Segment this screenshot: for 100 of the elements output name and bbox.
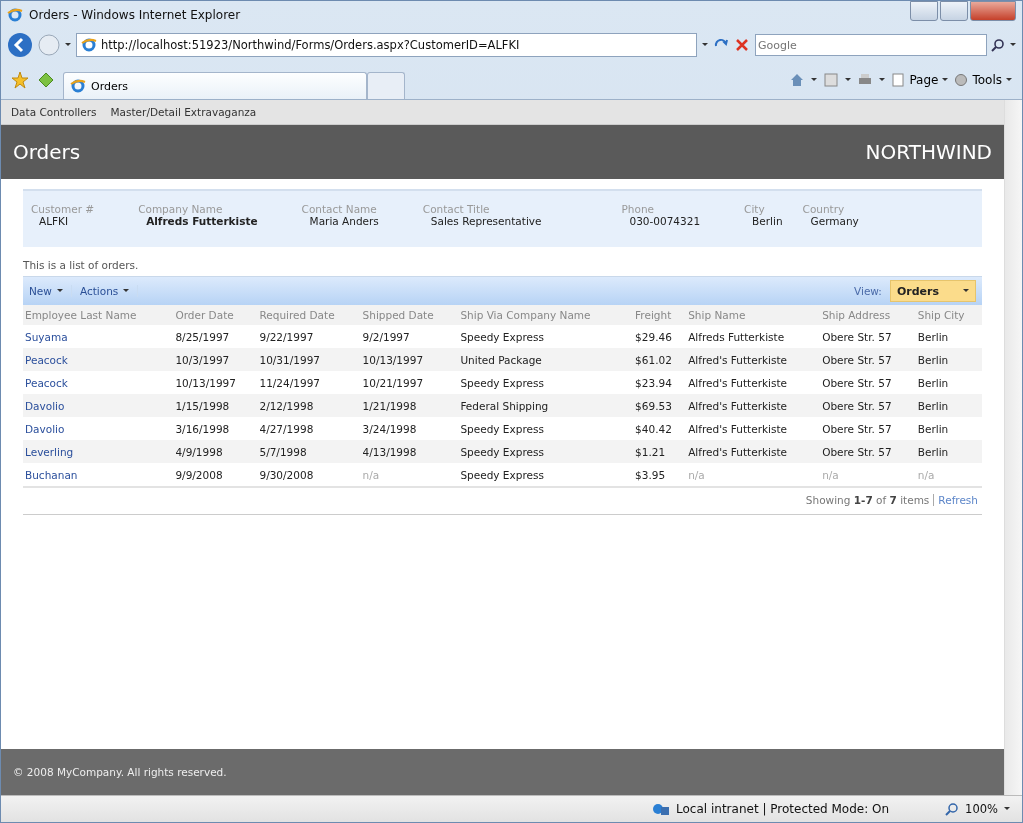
table-cell: Federal Shipping — [458, 394, 634, 417]
refresh-link[interactable]: Refresh — [938, 494, 978, 506]
scrollbar[interactable] — [1004, 100, 1022, 795]
minimize-button[interactable] — [910, 1, 938, 21]
caret-icon[interactable] — [1010, 43, 1016, 47]
pager-text: Showing 1-7 of 7 items — [805, 494, 930, 506]
table-cell: $61.02 — [633, 348, 687, 371]
table-cell: Alfred's Futterkiste — [686, 348, 821, 371]
network-icon[interactable] — [652, 801, 671, 817]
description-text: This is a list of orders. — [23, 258, 140, 273]
table-cell: 4/9/1998 — [173, 440, 258, 463]
stop-icon[interactable] — [734, 37, 750, 53]
table-cell: Obere Str. 57 — [820, 417, 916, 440]
table-cell: United Package — [458, 348, 634, 371]
table-cell: $3.95 — [633, 463, 687, 486]
zoom-level[interactable]: 100% — [965, 802, 998, 816]
employee-link[interactable]: Buchanan — [23, 463, 174, 486]
brand-name: NORTHWIND — [865, 140, 992, 164]
view-dropdown[interactable]: Orders — [889, 280, 976, 302]
window-title: Orders - Windows Internet Explorer — [29, 8, 241, 22]
url-text: http://localhost:51923/Northwind/Forms/Orders.aspx?CustomerID=ALFKI — [101, 38, 520, 52]
table-cell: Obere Str. 57 — [820, 371, 916, 394]
table-cell: 4/27/1998 — [257, 417, 361, 440]
field-value: Sales Representative — [429, 215, 542, 227]
table-cell: 10/13/1997 — [360, 348, 459, 371]
field-value: 030-0074321 — [628, 215, 701, 227]
favorites-star-icon[interactable] — [11, 71, 29, 89]
browser-icon[interactable] — [7, 7, 23, 23]
employee-link[interactable]: Peacock — [23, 348, 174, 371]
table-cell: $40.42 — [633, 417, 687, 440]
security-zone-text: Local intranet | Protected Mode: On — [676, 802, 890, 816]
caret-icon[interactable] — [942, 78, 949, 82]
page-menu[interactable]: Page — [891, 73, 949, 87]
view-label: View: — [854, 285, 882, 297]
table-cell: $69.53 — [633, 394, 687, 417]
zoom-icon[interactable] — [945, 802, 960, 816]
caret-icon[interactable] — [811, 78, 818, 82]
tools-menu[interactable]: Tools — [954, 73, 1012, 87]
table-cell: 10/21/1997 — [360, 371, 459, 394]
menu-item[interactable]: Master/Detail Extravaganza — [110, 106, 257, 118]
field-label: Company Name — [138, 203, 224, 215]
address-field[interactable]: http://localhost:51923/Northwind/Forms/Orders.aspx?CustomerID=ALFKI — [76, 33, 697, 57]
table-cell: 8/25/1997 — [173, 325, 258, 348]
table-cell: Obere Str. 57 — [820, 394, 916, 417]
table-cell: 3/24/1998 — [360, 417, 459, 440]
employee-link[interactable]: Davolio — [23, 417, 174, 440]
table-cell: $1.21 — [633, 440, 687, 463]
table-cell: 9/22/1997 — [257, 325, 361, 348]
caret-icon[interactable] — [963, 289, 969, 293]
toolbar-menu-button[interactable]: New — [29, 285, 72, 297]
page-icon[interactable] — [81, 37, 97, 53]
caret-icon[interactable] — [123, 289, 130, 293]
maximize-button[interactable] — [940, 1, 968, 21]
add-favorite-icon[interactable] — [37, 71, 55, 89]
menu-item[interactable]: Data Controllers — [11, 106, 97, 118]
caret-icon[interactable] — [845, 78, 852, 82]
field-value: Alfreds Futterkiste — [145, 215, 258, 227]
table-cell: 9/2/1997 — [360, 325, 459, 348]
caret-icon[interactable] — [1006, 78, 1012, 82]
table-cell: 11/24/1997 — [257, 371, 361, 394]
table-cell: 3/16/1998 — [173, 417, 258, 440]
table-cell: $23.94 — [633, 371, 687, 394]
table-cell: Obere Str. 57 — [820, 348, 916, 371]
employee-link[interactable]: Davolio — [23, 394, 174, 417]
caret-icon[interactable] — [879, 78, 886, 82]
table-cell: 2/12/1998 — [257, 394, 361, 417]
field-label: Contact Name — [301, 203, 378, 215]
table-cell: Speedy Express — [458, 463, 634, 486]
close-button[interactable] — [970, 1, 1016, 21]
search-icon[interactable] — [991, 38, 1005, 52]
field-label: Contact Title — [422, 203, 491, 215]
employee-link[interactable]: Peacock — [23, 371, 174, 394]
table-cell: n/a — [915, 463, 982, 486]
field-value: Germany — [809, 215, 859, 227]
table-cell: Alfred's Futterkiste — [686, 440, 821, 463]
table-cell: 1/15/1998 — [173, 394, 258, 417]
table-cell: 1/21/1998 — [360, 394, 459, 417]
table-cell: Alfreds Futterkiste — [686, 325, 821, 348]
caret-icon[interactable] — [56, 289, 63, 293]
table-cell: Berlin — [915, 348, 982, 371]
employee-link[interactable]: Suyama — [23, 325, 174, 348]
back-icon[interactable] — [7, 32, 33, 58]
table-cell: Alfred's Futterkiste — [686, 417, 821, 440]
search-field[interactable]: Google — [755, 34, 987, 56]
caret-icon[interactable] — [702, 43, 708, 47]
toolbar-menu-button[interactable]: Actions — [79, 285, 139, 297]
table-cell: Speedy Express — [458, 417, 634, 440]
browser-tab[interactable]: Orders — [63, 72, 367, 99]
table-cell: Obere Str. 57 — [820, 440, 916, 463]
table-cell: Obere Str. 57 — [820, 325, 916, 348]
home-icon[interactable] — [789, 72, 806, 88]
table-cell: 5/7/1998 — [257, 440, 361, 463]
caret-icon[interactable] — [1004, 807, 1010, 811]
table-cell: 10/31/1997 — [257, 348, 361, 371]
page-icon[interactable] — [70, 78, 86, 94]
caret-icon[interactable] — [65, 43, 71, 47]
field-label: Country — [802, 203, 846, 215]
employee-link[interactable]: Leverling — [23, 440, 174, 463]
page-title: Orders — [13, 140, 81, 164]
table-cell: Alfred's Futterkiste — [686, 371, 821, 394]
